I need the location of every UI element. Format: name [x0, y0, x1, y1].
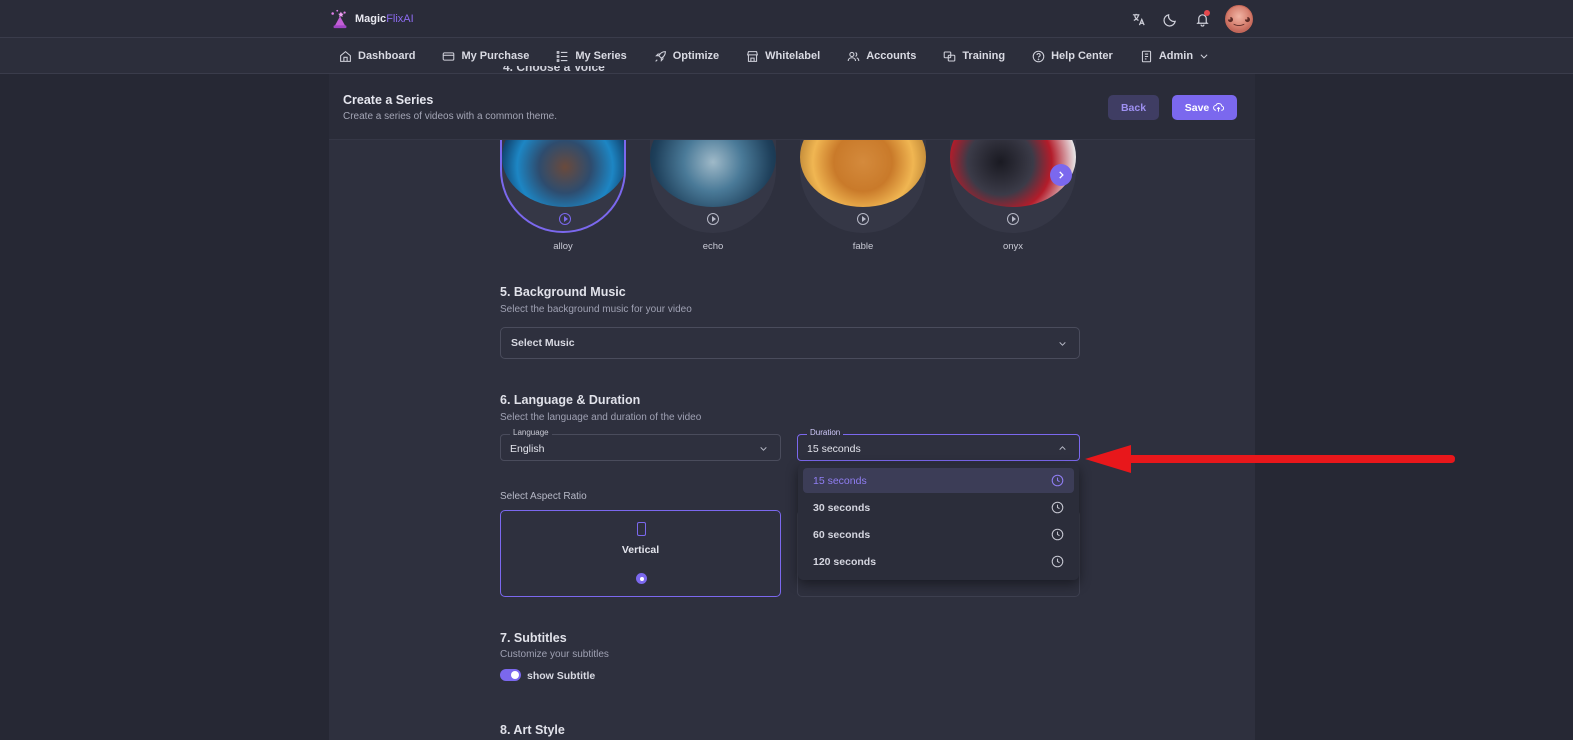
- nav-training[interactable]: Training: [943, 38, 1005, 74]
- notification-dot: [1204, 10, 1210, 16]
- nav-help-center[interactable]: Help Center: [1032, 38, 1113, 74]
- duration-option-60[interactable]: 60 seconds: [803, 522, 1074, 547]
- magic-hat-icon: [331, 9, 347, 29]
- brand-logo[interactable]: MagicFlixAI: [329, 8, 414, 30]
- main-nav: Dashboard My Purchase My Series Optimize…: [0, 38, 1573, 74]
- back-button[interactable]: Back: [1108, 95, 1159, 120]
- card-icon: [443, 51, 455, 61]
- page-header: Create a Series Create a series of video…: [329, 74, 1255, 140]
- language-duration-title: 6. Language & Duration: [500, 393, 641, 407]
- store-icon: [747, 50, 759, 62]
- admin-icon: [1141, 50, 1151, 62]
- top-bar: MagicFlixAI ◕‿◕: [0, 0, 1573, 38]
- voice-selector: alloy echo fable onyx: [500, 140, 1080, 255]
- bell-icon[interactable]: [1193, 10, 1211, 28]
- voice-card-onyx[interactable]: onyx: [950, 140, 1076, 252]
- moon-icon[interactable]: [1161, 10, 1179, 28]
- nav-whitelabel[interactable]: Whitelabel: [746, 38, 820, 74]
- page-subtitle: Create a series of videos with a common …: [343, 111, 557, 122]
- translate-icon[interactable]: [1129, 10, 1147, 28]
- duration-select[interactable]: Duration 15 seconds: [797, 428, 1080, 461]
- partial-section-heading: 4. Choose a Voice: [503, 66, 605, 74]
- clock-icon: [1051, 555, 1064, 568]
- voices-next-button[interactable]: [1050, 164, 1072, 186]
- voice-card-echo[interactable]: echo: [650, 140, 776, 252]
- voice-name: onyx: [1002, 241, 1024, 252]
- subtitles-desc: Customize your subtitles: [500, 649, 609, 660]
- annotation-arrow-icon: [1085, 445, 1455, 473]
- duration-value: 15 seconds: [807, 443, 861, 455]
- voice-name: echo: [702, 241, 724, 252]
- aspect-option-vertical[interactable]: Vertical: [500, 510, 781, 597]
- page-title: Create a Series: [343, 93, 434, 107]
- aspect-radio[interactable]: [636, 573, 647, 584]
- phone-icon: [637, 522, 646, 536]
- clock-icon: [1051, 474, 1064, 487]
- subtitle-toggle-label: show Subtitle: [527, 670, 596, 682]
- chevron-down-icon: [760, 447, 767, 451]
- chevron-right-icon: [1059, 171, 1064, 179]
- avatar[interactable]: ◕‿◕: [1225, 5, 1253, 33]
- voice-avatar-image: [502, 140, 624, 207]
- duration-label: Duration: [807, 428, 844, 437]
- chevron-up-icon: [1059, 446, 1066, 450]
- help-icon: [1032, 50, 1045, 62]
- art-style-title: 8. Art Style: [500, 723, 565, 737]
- users-icon: [847, 51, 860, 61]
- music-section-desc: Select the background music for your vid…: [500, 304, 692, 315]
- duration-option-30[interactable]: 30 seconds: [803, 495, 1074, 520]
- subtitle-toggle[interactable]: [500, 669, 521, 681]
- chevron-down-icon: [1200, 54, 1208, 59]
- cloud-upload-icon: [1213, 103, 1225, 112]
- duration-dropdown-menu: 15 seconds 30 seconds 60 seconds 120 sec…: [798, 464, 1079, 580]
- voice-card-alloy[interactable]: alloy: [500, 140, 626, 252]
- rocket-icon: [654, 50, 666, 62]
- voice-name: alloy: [553, 241, 573, 252]
- language-value: English: [510, 443, 545, 455]
- brand-name: MagicFlixAI: [355, 13, 414, 25]
- play-icon[interactable]: [559, 213, 571, 225]
- language-duration-desc: Select the language and duration of the …: [500, 412, 702, 423]
- voice-avatar-image: [800, 140, 926, 207]
- chevron-down-icon: [1059, 342, 1066, 346]
- language-label: Language: [510, 428, 552, 437]
- duration-option-15[interactable]: 15 seconds: [803, 468, 1074, 493]
- music-select[interactable]: Select Music: [500, 327, 1080, 359]
- nav-admin[interactable]: Admin: [1140, 38, 1209, 74]
- nav-dashboard[interactable]: Dashboard: [339, 38, 415, 74]
- nav-accounts[interactable]: Accounts: [847, 38, 916, 74]
- play-icon[interactable]: [1007, 213, 1019, 225]
- play-icon[interactable]: [857, 213, 869, 225]
- nav-optimize[interactable]: Optimize: [654, 38, 719, 74]
- language-select[interactable]: Language English: [500, 428, 781, 461]
- play-icon[interactable]: [707, 213, 719, 225]
- list-icon: [557, 50, 568, 62]
- aspect-ratio-label: Select Aspect Ratio: [500, 491, 587, 502]
- voice-name: fable: [852, 241, 874, 252]
- duration-option-120[interactable]: 120 seconds: [803, 549, 1074, 574]
- subtitles-title: 7. Subtitles: [500, 631, 567, 645]
- voice-card-fable[interactable]: fable: [800, 140, 926, 252]
- clock-icon: [1051, 528, 1064, 541]
- aspect-option-name: Vertical: [621, 544, 660, 556]
- clock-icon: [1051, 501, 1064, 514]
- training-icon: [944, 51, 956, 61]
- save-button[interactable]: Save: [1172, 95, 1237, 120]
- music-section-title: 5. Background Music: [500, 285, 626, 299]
- voice-avatar-image: [650, 140, 776, 207]
- home-icon: [340, 50, 351, 62]
